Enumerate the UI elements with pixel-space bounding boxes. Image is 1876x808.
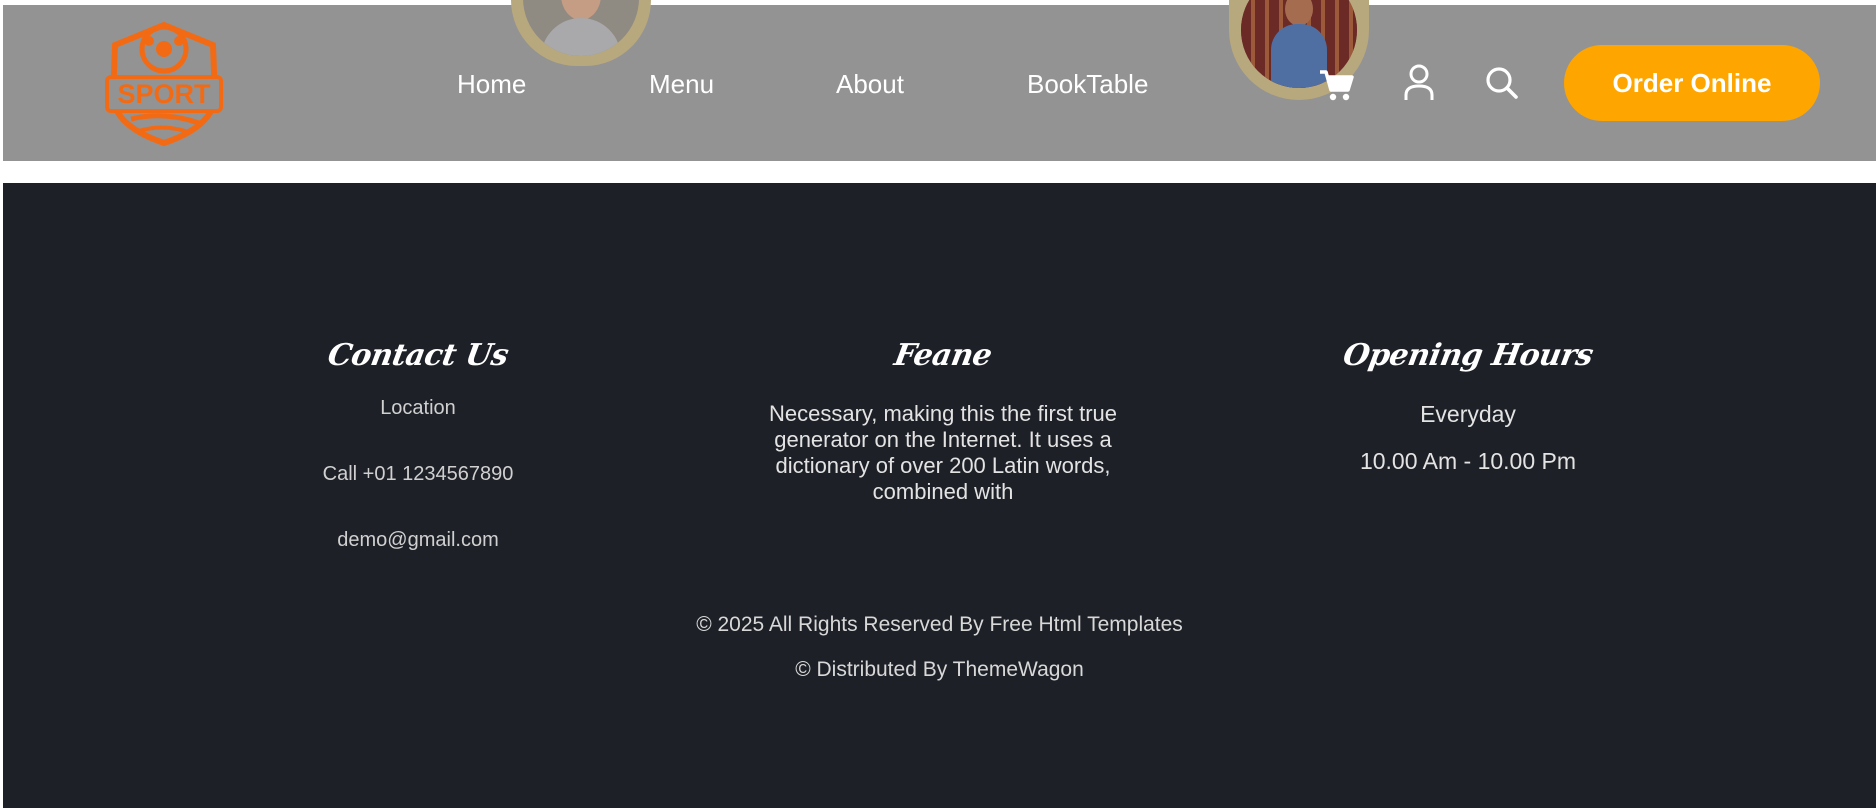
nav-booktable[interactable]: BookTable: [1027, 69, 1148, 100]
sport-logo-icon: SPORT: [105, 21, 223, 147]
hours-column: Opening Hours Everyday 10.00 Am - 10.00 …: [1308, 338, 1628, 475]
hours-time: 10.00 Am - 10.00 Pm: [1359, 448, 1577, 474]
search-icon[interactable]: [1485, 66, 1519, 100]
about-line: dictionary of over 200 Latin words,: [775, 453, 1111, 478]
site-header: SPORT Home Menu About BookTable Order On…: [3, 0, 1876, 161]
copyright-link[interactable]: © 2025 All Rights Reserved By Free Html …: [696, 613, 1183, 636]
about-line: combined with: [872, 479, 1014, 504]
about-line: Necessary, making this the first true: [768, 401, 1118, 426]
contact-email-link[interactable]: demo@gmail.com: [258, 529, 578, 552]
nav-home[interactable]: Home: [457, 69, 526, 100]
nav-about[interactable]: About: [836, 69, 904, 100]
about-column: Feane Necessary, making this the first t…: [743, 338, 1143, 505]
distributed-link[interactable]: © Distributed By ThemeWagon: [795, 658, 1084, 681]
hours-title: Opening Hours: [1340, 338, 1596, 373]
site-footer: Contact Us Location Call +01 1234567890 …: [3, 183, 1876, 808]
brand-title: Feane: [891, 338, 995, 373]
copyright-text: © 2025 All Rights Reserved By Free Html …: [3, 613, 1876, 637]
distributed-text: © Distributed By ThemeWagon: [3, 658, 1876, 682]
cart-icon[interactable]: [1318, 68, 1354, 102]
contact-location-link[interactable]: Location: [258, 397, 578, 420]
contact-title: Contact Us: [325, 338, 511, 373]
svg-text:SPORT: SPORT: [117, 79, 211, 109]
hours-days: Everyday: [1420, 401, 1516, 427]
sport-logo[interactable]: SPORT: [103, 19, 225, 147]
order-online-button[interactable]: Order Online: [1564, 45, 1820, 121]
nav-menu[interactable]: Menu: [649, 69, 714, 100]
contact-phone-link[interactable]: Call +01 1234567890: [258, 463, 578, 486]
avatar-1: [511, 0, 651, 66]
user-icon[interactable]: [1403, 64, 1435, 102]
contact-column: Contact Us Location Call +01 1234567890 …: [258, 338, 578, 552]
about-line: generator on the Internet. It uses a: [774, 427, 1112, 452]
about-description: Necessary, making this the first true ge…: [743, 401, 1143, 505]
